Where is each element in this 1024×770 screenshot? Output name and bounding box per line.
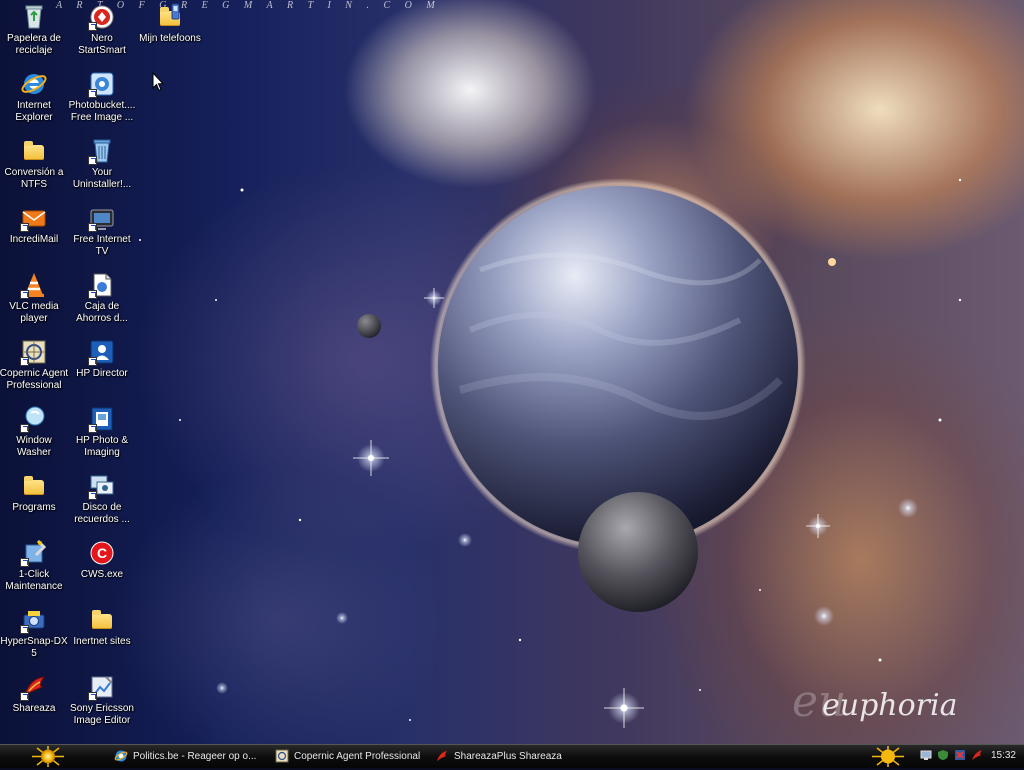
- desktop-icon-cws[interactable]: C CWS.exe: [65, 539, 139, 581]
- task-label: Politics.be - Reageer op o...: [133, 751, 257, 762]
- icon-label: Photobucket.... Free Image ...: [68, 100, 136, 123]
- icon-label: VLC media player: [9, 301, 59, 324]
- vlc-icon: [20, 271, 48, 299]
- photobucket-icon: [88, 70, 116, 98]
- icon-label: Papelera de reciclaje: [7, 33, 61, 56]
- desktop-icon-conversion-ntfs[interactable]: Conversión a NTFS: [0, 137, 71, 191]
- desktop-icon-window-washer[interactable]: Window Washer: [0, 405, 71, 459]
- icon-label: Sony Ericsson Image Editor: [70, 703, 134, 726]
- antivirus-icon[interactable]: [954, 749, 966, 761]
- document-icon: [88, 271, 116, 299]
- icon-label: Internet Explorer: [15, 100, 53, 123]
- folder-icon: [20, 137, 48, 165]
- desktop-icon-1-click-maintenance[interactable]: 1-Click Maintenance: [0, 539, 71, 593]
- desktop-icon-free-internet-tv[interactable]: Free Internet TV: [65, 204, 139, 258]
- folder-icon: [88, 606, 116, 634]
- start-button[interactable]: [22, 746, 74, 767]
- copernic-icon: [20, 338, 48, 366]
- network-icon[interactable]: [920, 749, 932, 761]
- icon-label: IncrediMail: [9, 234, 59, 245]
- desktop-icon-recycle-bin[interactable]: Papelera de reciclaje: [0, 3, 71, 57]
- icon-label: HP Photo & Imaging: [75, 435, 129, 458]
- hypersnap-icon: [20, 606, 48, 634]
- shareaza-tray-icon[interactable]: [971, 749, 983, 761]
- desktop-icon-photobucket[interactable]: Photobucket.... Free Image ...: [65, 70, 139, 124]
- sony-ericsson-icon: [88, 673, 116, 701]
- icon-label: HyperSnap-DX 5: [0, 636, 68, 659]
- disc-icon: [88, 472, 116, 500]
- desktop-icon-inertnet-sites[interactable]: Inertnet sites: [65, 606, 139, 648]
- taskbar: Politics.be - Reageer op o... Copernic A…: [0, 744, 1024, 768]
- maintenance-icon: [20, 539, 48, 567]
- desktop-icon-caja-de-ahorros[interactable]: Caja de Ahorros d...: [65, 271, 139, 325]
- tray-icons: [920, 749, 985, 761]
- recycle-bin-icon: [20, 3, 48, 31]
- shield-icon[interactable]: [937, 749, 949, 761]
- moon-small: [357, 314, 381, 338]
- system-tray: 15:32: [862, 745, 1024, 768]
- desktop-icon-incredimail[interactable]: IncrediMail: [0, 204, 71, 246]
- cws-icon: C: [88, 539, 116, 567]
- icon-label: Copernic Agent Professional: [0, 368, 69, 391]
- moon-large: [578, 492, 698, 612]
- icon-label: Your Uninstaller!...: [72, 167, 132, 190]
- nero-icon: [88, 3, 116, 31]
- space-scene: [139, 178, 962, 728]
- uninstaller-icon: [88, 137, 116, 165]
- desktop-icon-hypersnap[interactable]: HyperSnap-DX 5: [0, 606, 71, 660]
- tray-sun-icon: [872, 746, 904, 767]
- icon-label: Mijn telefoons: [139, 33, 201, 44]
- desktop-icon-copernic[interactable]: Copernic Agent Professional: [0, 338, 71, 392]
- desktop-icon-disco-de-recuerdos[interactable]: Disco de recuerdos ...: [65, 472, 139, 526]
- icon-label: Shareaza: [12, 703, 56, 714]
- task-label: ShareazaPlus Shareaza: [454, 751, 562, 762]
- icon-label: Free Internet TV: [73, 234, 131, 257]
- icon-label: CWS.exe: [80, 569, 124, 580]
- desktop-icon-your-uninstaller[interactable]: Your Uninstaller!...: [65, 137, 139, 191]
- desktop-icon-mijn-telefoons[interactable]: Mijn telefoons: [133, 3, 207, 45]
- wallpaper-signature: euphoria: [822, 688, 958, 723]
- hp-director-icon: [88, 338, 116, 366]
- desktop-icon-nero[interactable]: Nero StartSmart: [65, 3, 139, 57]
- shareaza-icon: [20, 673, 48, 701]
- icon-label: HP Director: [76, 368, 128, 379]
- icon-label: Inertnet sites: [73, 636, 131, 647]
- planet: [438, 186, 798, 546]
- internet-explorer-icon: [20, 70, 48, 98]
- icon-label: Caja de Ahorros d...: [76, 301, 128, 324]
- desktop-icon-shareaza[interactable]: Shareaza: [0, 673, 71, 715]
- system-clock[interactable]: 15:32: [991, 750, 1016, 761]
- folder-icon: [20, 472, 48, 500]
- icon-label: Disco de recuerdos ...: [74, 502, 130, 525]
- taskbar-item-politics[interactable]: Politics.be - Reageer op o...: [114, 747, 264, 766]
- hp-photo-icon: [88, 405, 116, 433]
- mouse-pointer-icon: [152, 71, 165, 95]
- shareaza-icon: [437, 751, 447, 762]
- desktop-icon-hp-photo-imaging[interactable]: HP Photo & Imaging: [65, 405, 139, 459]
- phone-folder-icon: [156, 3, 184, 31]
- desktop-wallpaper: A R T O F G R E G M A R T I N . C O M eu…: [0, 0, 1024, 744]
- desktop-icon-hp-director[interactable]: HP Director: [65, 338, 139, 380]
- desktop-icon-internet-explorer[interactable]: Internet Explorer: [0, 70, 71, 124]
- icon-label: Programs: [12, 502, 56, 513]
- window-washer-icon: [20, 405, 48, 433]
- icon-label: Conversión a NTFS: [4, 167, 64, 190]
- svg-text:C: C: [97, 545, 107, 561]
- icon-label: Nero StartSmart: [78, 33, 126, 56]
- copernic-icon: [275, 749, 289, 763]
- task-label: Copernic Agent Professional: [294, 751, 421, 762]
- taskbar-item-shareaza[interactable]: ShareazaPlus Shareaza: [435, 747, 585, 766]
- desktop-icon-programs[interactable]: Programs: [0, 472, 71, 514]
- sun-start-icon: [32, 746, 64, 767]
- icon-label: 1-Click Maintenance: [5, 569, 63, 592]
- icon-label: Window Washer: [16, 435, 52, 458]
- taskbar-item-copernic[interactable]: Copernic Agent Professional: [275, 747, 425, 766]
- desktop-icon-vlc[interactable]: VLC media player: [0, 271, 71, 325]
- internet-explorer-icon: [114, 750, 128, 762]
- desktop-icon-sony-ericsson-image-editor[interactable]: Sony Ericsson Image Editor: [65, 673, 139, 727]
- tv-icon: [88, 204, 116, 232]
- incredimail-icon: [20, 204, 48, 232]
